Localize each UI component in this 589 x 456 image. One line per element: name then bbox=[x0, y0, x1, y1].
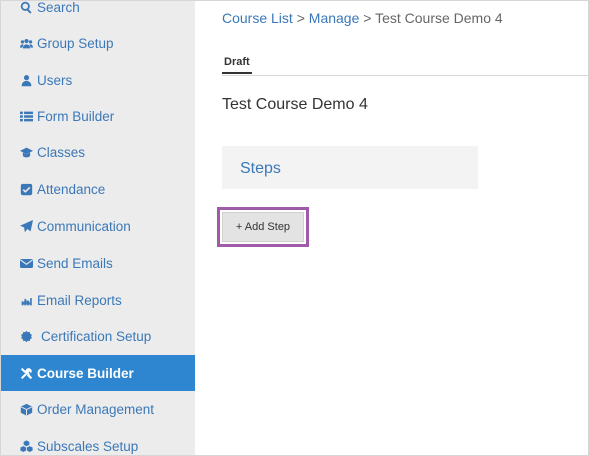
sidebar-item-label: Course Builder bbox=[37, 365, 134, 381]
sidebar-item-certification-setup[interactable]: Certification Setup bbox=[1, 318, 195, 354]
add-step-button[interactable]: + Add Step bbox=[222, 212, 304, 242]
cube-icon bbox=[19, 402, 34, 417]
sidebar-item-label: Email Reports bbox=[37, 292, 122, 308]
search-icon bbox=[19, 1, 34, 15]
breadcrumb-manage[interactable]: Manage bbox=[309, 10, 360, 26]
sidebar-item-label: Classes bbox=[37, 144, 86, 160]
sidebar-item-label: Attendance bbox=[37, 181, 106, 197]
cubes-icon bbox=[19, 439, 34, 454]
sidebar-item-label: Group Setup bbox=[37, 35, 114, 51]
breadcrumb-current: Test Course Demo 4 bbox=[375, 10, 503, 26]
group-icon bbox=[19, 36, 34, 51]
sidebar-item-label: Form Builder bbox=[37, 108, 115, 124]
list-icon bbox=[19, 109, 34, 124]
sidebar-item-label: Order Management bbox=[37, 401, 155, 417]
envelope-icon bbox=[19, 256, 34, 271]
certificate-icon bbox=[19, 329, 34, 344]
sidebar-item-group-setup[interactable]: Group Setup bbox=[1, 25, 195, 61]
sidebar-item-email-reports[interactable]: Email Reports bbox=[1, 282, 195, 318]
sidebar-item-label: Send Emails bbox=[37, 255, 113, 271]
breadcrumb-separator: > bbox=[359, 10, 376, 26]
sidebar-item-search[interactable]: Search bbox=[1, 1, 195, 25]
tools-icon bbox=[19, 366, 34, 381]
sidebar-item-users[interactable]: Users bbox=[1, 62, 195, 98]
sidebar-item-label: Subscales Setup bbox=[37, 438, 139, 454]
sidebar-item-attendance[interactable]: Attendance bbox=[1, 171, 195, 207]
sidebar-item-label: Certification Setup bbox=[41, 328, 152, 344]
sidebar-item-form-builder[interactable]: Form Builder bbox=[1, 98, 195, 134]
sidebar-item-label: Communication bbox=[37, 218, 131, 234]
sidebar-item-subscales-setup[interactable]: Subscales Setup bbox=[1, 428, 195, 455]
breadcrumb: Course List > Manage > Test Course Demo … bbox=[222, 10, 503, 26]
paper-plane-icon bbox=[19, 219, 34, 234]
sidebar-item-communication[interactable]: Communication bbox=[1, 208, 195, 244]
sidebar: Search Group Setup Users Form Builder Cl… bbox=[1, 1, 195, 455]
breadcrumb-course-list[interactable]: Course List bbox=[222, 10, 293, 26]
steps-panel: Steps bbox=[222, 146, 478, 189]
breadcrumb-separator: > bbox=[292, 10, 309, 26]
sidebar-item-label: Search bbox=[37, 1, 80, 15]
graduation-cap-icon bbox=[19, 145, 34, 160]
tab-draft[interactable]: Draft bbox=[222, 52, 252, 74]
sidebar-item-course-builder[interactable]: Course Builder bbox=[1, 355, 195, 391]
tab-bar: Draft bbox=[222, 52, 589, 76]
sidebar-item-send-emails[interactable]: Send Emails bbox=[1, 245, 195, 281]
check-square-icon bbox=[19, 182, 34, 197]
sidebar-item-order-management[interactable]: Order Management bbox=[1, 391, 195, 427]
sidebar-item-classes[interactable]: Classes bbox=[1, 134, 195, 170]
bar-chart-icon bbox=[19, 293, 34, 308]
sidebar-item-label: Users bbox=[37, 72, 73, 88]
page-title: Test Course Demo 4 bbox=[222, 96, 368, 113]
steps-heading: Steps bbox=[240, 160, 281, 177]
user-icon bbox=[19, 73, 34, 88]
